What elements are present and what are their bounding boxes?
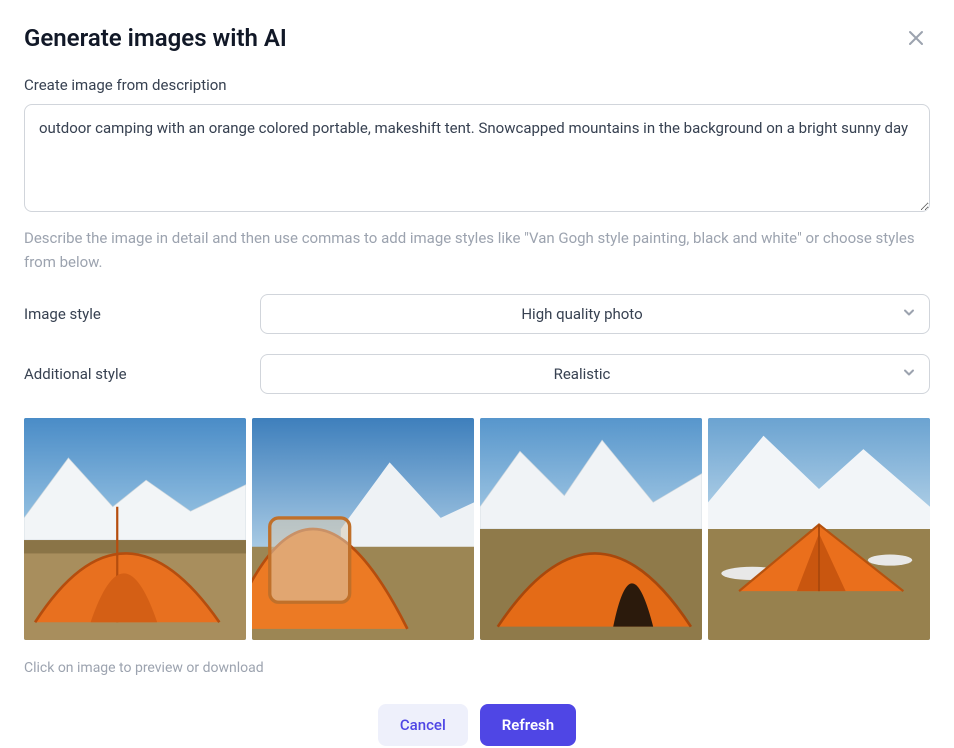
image-style-label: Image style [24, 305, 244, 323]
refresh-button[interactable]: Refresh [480, 704, 576, 746]
dialog-footer: Cancel Refresh [24, 704, 930, 746]
description-textarea[interactable] [24, 104, 930, 212]
generated-image[interactable] [708, 418, 930, 640]
generated-image[interactable] [480, 418, 702, 640]
close-icon [906, 28, 926, 48]
image-style-select[interactable]: High quality photo [260, 294, 930, 334]
images-hint: Click on image to preview or download [24, 660, 930, 676]
dialog-title: Generate images with AI [24, 24, 287, 52]
generated-image[interactable] [24, 418, 246, 640]
close-button[interactable] [902, 24, 930, 52]
additional-style-select[interactable]: Realistic [260, 354, 930, 394]
description-helper: Describe the image in detail and then us… [24, 226, 930, 274]
generated-image[interactable] [252, 418, 474, 640]
description-label: Create image from description [24, 76, 930, 94]
additional-style-row: Additional style Realistic [24, 354, 930, 394]
additional-style-label: Additional style [24, 365, 244, 383]
description-section: Create image from description Describe t… [24, 76, 930, 274]
generated-images-grid [24, 418, 930, 640]
cancel-button[interactable]: Cancel [378, 704, 468, 746]
image-style-row: Image style High quality photo [24, 294, 930, 334]
